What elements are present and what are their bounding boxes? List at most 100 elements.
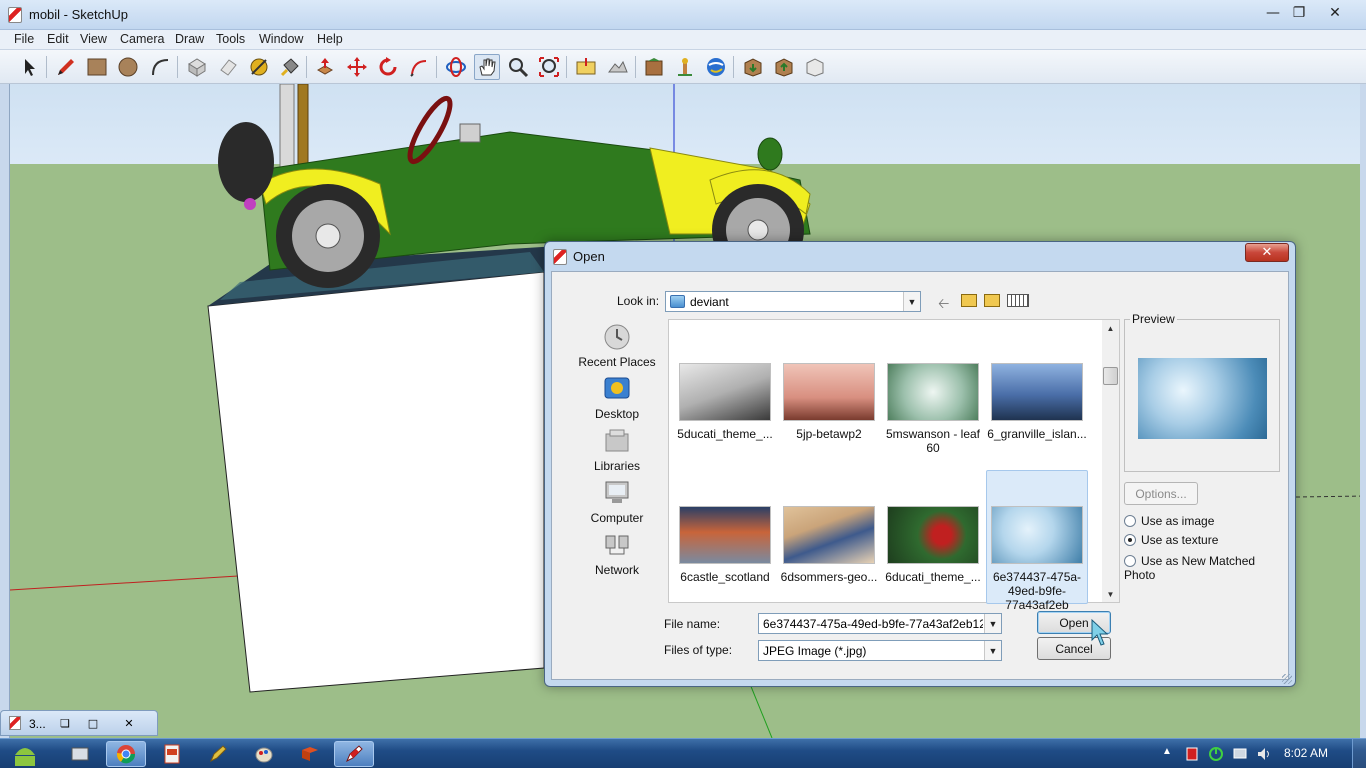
file-item-selected[interactable]: 6e374437-475a-49ed-b9fe-77a43af2eb (986, 470, 1088, 612)
paint-icon[interactable] (244, 741, 284, 767)
powerpoint-icon[interactable] (290, 741, 330, 767)
computer-icon (605, 481, 629, 503)
menu-tools[interactable]: Tools (216, 32, 245, 46)
file-item[interactable]: 5jp-betawp2 (778, 363, 880, 495)
paint-bucket-icon[interactable] (277, 54, 303, 80)
file-name-value: 6e374437-475a-49ed-b9fe-77a43af2eb12_5 (763, 617, 983, 631)
up-folder-icon[interactable] (961, 294, 977, 307)
sketchup-dialog-icon (553, 249, 567, 265)
scroll-up-icon[interactable]: ▲ (1102, 320, 1119, 336)
place-computer[interactable]: Computer (569, 480, 665, 532)
window-title: mobil - SketchUp (29, 7, 128, 22)
menu-view[interactable]: View (80, 32, 107, 46)
file-thumbnail (679, 506, 771, 564)
file-type-value: JPEG Image (*.jpg) (763, 644, 867, 658)
options-button[interactable]: Options... (1124, 482, 1198, 505)
rotate-icon[interactable] (375, 54, 401, 80)
menu-edit[interactable]: Edit (47, 32, 69, 46)
tray-network-icon[interactable] (1232, 746, 1248, 762)
orbit-icon[interactable] (443, 54, 469, 80)
place-network[interactable]: Network (569, 532, 665, 584)
maximize-button[interactable]: ❐ (1286, 3, 1312, 23)
select-icon[interactable] (16, 54, 42, 80)
tray-power-icon[interactable] (1208, 746, 1224, 762)
taskbar: ▲ 8:02 AM (0, 738, 1366, 768)
sketchup-active-icon[interactable] (334, 741, 374, 767)
eraser-icon[interactable] (215, 54, 241, 80)
file-item[interactable]: 5mswanson - leaf 60 (882, 363, 984, 495)
get-models-icon[interactable] (641, 54, 667, 80)
preview-label: Preview (1130, 312, 1177, 326)
get-models-warehouse-icon[interactable] (740, 54, 766, 80)
move-icon[interactable] (344, 54, 370, 80)
menu-file[interactable]: File (14, 32, 34, 46)
place-desktop[interactable]: Desktop (569, 376, 665, 428)
viewport-left-frame (0, 84, 10, 738)
file-type-combo[interactable]: JPEG Image (*.jpg) ▼ (758, 640, 1002, 661)
chevron-down-icon[interactable]: ▼ (984, 614, 1001, 633)
file-thumbnail (991, 363, 1083, 421)
pan-icon[interactable] (474, 54, 500, 80)
dialog-close-button[interactable]: ✕ (1245, 243, 1289, 262)
file-item[interactable]: 5ducati_theme_... (674, 363, 776, 495)
tray-volume-icon[interactable] (1256, 746, 1272, 762)
zoom-icon[interactable] (505, 54, 531, 80)
chevron-down-icon[interactable]: ▼ (984, 641, 1001, 660)
sketchup-taskbar-icon[interactable] (198, 741, 238, 767)
toggle-terrain-icon[interactable] (605, 54, 631, 80)
add-location-icon[interactable] (573, 54, 599, 80)
look-in-combo[interactable]: deviant ▼ (665, 291, 921, 312)
zoom-extents-icon[interactable] (536, 54, 562, 80)
radio-use-as-matched-photo[interactable]: Use as New Matched Photo (1124, 554, 1288, 582)
tray-expand-icon[interactable]: ▲ (1162, 746, 1178, 762)
make-component-icon[interactable] (184, 54, 210, 80)
show-desktop-button[interactable] (1352, 739, 1366, 768)
file-list: 5ducati_theme_... 5jp-betawp2 5mswanson … (668, 319, 1120, 612)
extension-warehouse-icon[interactable] (802, 54, 828, 80)
google-earth-icon[interactable] (703, 54, 729, 80)
back-icon[interactable]: 🡠 (938, 293, 949, 317)
pencil-icon[interactable] (53, 54, 79, 80)
place-recent-places[interactable]: Recent Places (569, 324, 665, 376)
look-in-label: Look in: (617, 294, 660, 308)
close-button[interactable]: ✕ (117, 714, 141, 732)
taskbar-clock[interactable]: 8:02 AM (1284, 746, 1328, 760)
follow-me-icon[interactable] (406, 54, 432, 80)
push-pull-icon[interactable] (312, 54, 338, 80)
place-libraries[interactable]: Libraries (569, 428, 665, 480)
file-thumbnail (991, 506, 1083, 564)
tray-device-icon[interactable] (1184, 746, 1200, 762)
sketchup-mini-icon (9, 716, 21, 730)
chevron-down-icon[interactable]: ▼ (903, 292, 920, 311)
restore-button[interactable]: ❏ (53, 714, 77, 732)
menu-camera[interactable]: Camera (120, 32, 164, 46)
share-model-icon[interactable] (672, 54, 698, 80)
tape-measure-icon[interactable] (246, 54, 272, 80)
menu-help[interactable]: Help (317, 32, 343, 46)
close-button[interactable]: ✕ (1322, 3, 1348, 23)
scroll-thumb[interactable] (1103, 367, 1118, 385)
maximize-button[interactable]: □ (81, 714, 105, 732)
radio-use-as-image[interactable]: Use as image (1124, 514, 1214, 528)
new-folder-icon[interactable] (984, 294, 1000, 307)
network-icon (605, 535, 629, 555)
circle-icon[interactable] (115, 54, 141, 80)
menu-window[interactable]: Window (259, 32, 303, 46)
scroll-down-icon[interactable]: ▼ (1102, 586, 1119, 602)
arc-icon[interactable] (147, 54, 173, 80)
minimize-button[interactable]: — (1260, 3, 1286, 23)
chrome-icon[interactable] (106, 741, 146, 767)
share-component-icon[interactable] (771, 54, 797, 80)
mobil-file-icon[interactable] (152, 741, 192, 767)
menu-draw[interactable]: Draw (175, 32, 204, 46)
file-name-combo[interactable]: 6e374437-475a-49ed-b9fe-77a43af2eb12_5 ▼ (758, 613, 1002, 634)
look-in-value: deviant (690, 295, 729, 309)
resize-grip-icon[interactable] (1282, 674, 1292, 684)
radio-use-as-texture[interactable]: Use as texture (1124, 533, 1218, 547)
rectangle-icon[interactable] (84, 54, 110, 80)
minimized-window[interactable]: 3... ❏ □ ✕ (0, 710, 158, 736)
explorer-icon[interactable] (60, 741, 100, 767)
file-list-scrollbar[interactable]: ▲ ▼ (1102, 320, 1119, 602)
view-menu-icon[interactable] (1007, 294, 1029, 307)
android-icon[interactable] (4, 741, 46, 767)
